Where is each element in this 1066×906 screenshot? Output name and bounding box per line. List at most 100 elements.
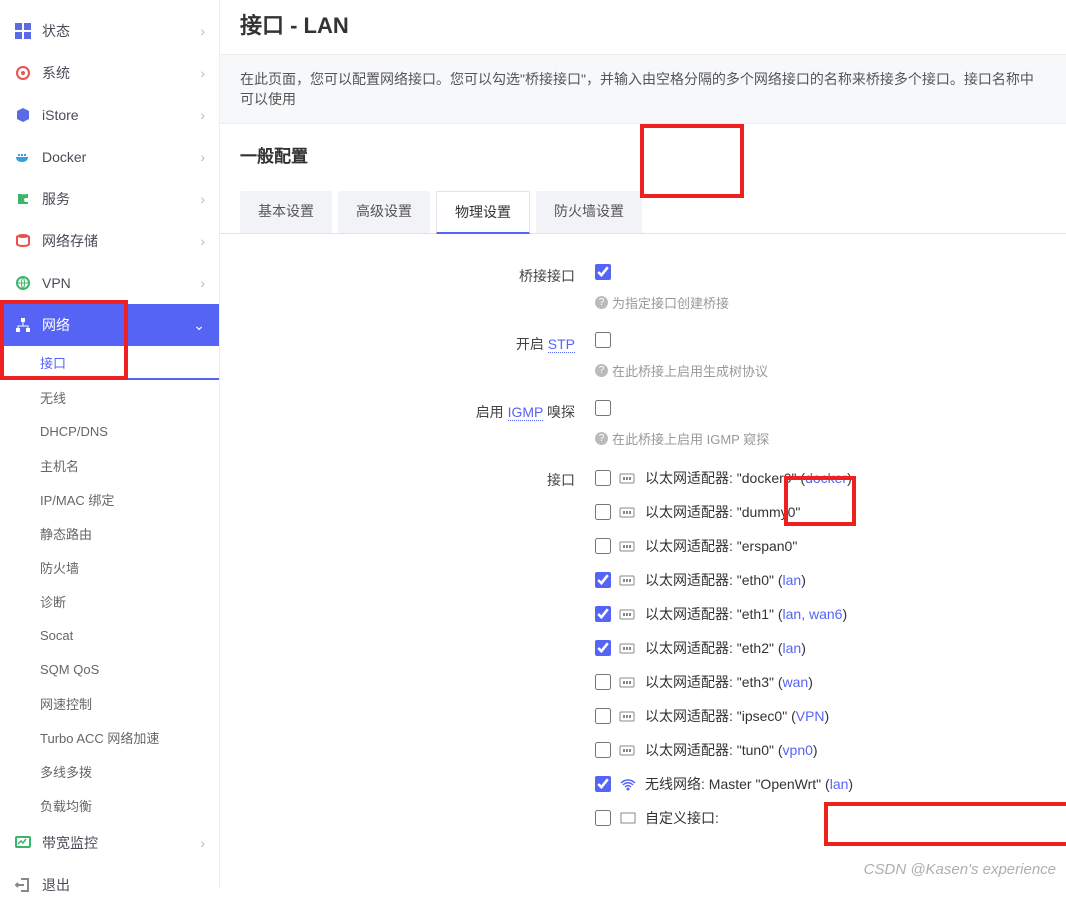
nav-service[interactable]: 服务 › <box>0 178 219 220</box>
docker-icon <box>14 148 32 166</box>
sub-dhcp[interactable]: DHCP/DNS <box>0 414 219 448</box>
igmp-checkbox[interactable] <box>595 400 611 416</box>
chevron-right-icon: › <box>200 107 205 123</box>
interface-label: 以太网适配器: "tun0" (vpn0) <box>645 740 818 760</box>
sub-loadbalance[interactable]: 负载均衡 <box>0 788 219 822</box>
sub-speedlimit[interactable]: 网速控制 <box>0 686 219 720</box>
custom-icon <box>619 811 637 825</box>
interface-row: 以太网适配器: "eth3" (wan) <box>595 672 1046 692</box>
nav-label: 系统 <box>42 63 70 83</box>
sub-diag[interactable]: 诊断 <box>0 584 219 618</box>
ethernet-icon <box>619 539 637 553</box>
nav-bandwidth[interactable]: 带宽监控 › <box>0 822 219 864</box>
nav-docker[interactable]: Docker › <box>0 136 219 178</box>
interface-checkbox[interactable] <box>595 674 611 690</box>
interface-checkbox[interactable] <box>595 606 611 622</box>
nav-status[interactable]: 状态 › <box>0 10 219 52</box>
interface-link[interactable]: VPN <box>796 708 825 724</box>
help-icon: ? <box>595 364 608 377</box>
interface-link[interactable]: docker <box>805 470 847 486</box>
page-description: 在此页面，您可以配置网络接口。您可以勾选"桥接接口"，并输入由空格分隔的多个网络… <box>220 54 1066 124</box>
interface-link[interactable]: vpn0 <box>783 742 813 758</box>
interface-checkbox[interactable] <box>595 742 611 758</box>
sub-firewall[interactable]: 防火墙 <box>0 550 219 584</box>
interface-checkbox[interactable] <box>595 776 611 792</box>
tab-basic[interactable]: 基本设置 <box>240 191 332 233</box>
interface-checkbox[interactable] <box>595 708 611 724</box>
nav-label: Docker <box>42 149 86 165</box>
nav-label: 带宽监控 <box>42 833 98 853</box>
chevron-right-icon: › <box>200 275 205 291</box>
nav-network[interactable]: 网络 ⌄ <box>0 304 219 346</box>
interface-label: 以太网适配器: "eth2" (lan) <box>645 638 806 658</box>
interface-link[interactable]: lan <box>783 640 802 656</box>
interface-row: 以太网适配器: "eth1" (lan, wan6) <box>595 604 1046 624</box>
interface-list: 以太网适配器: "docker0" (docker) 以太网适配器: "dummy… <box>595 468 1046 828</box>
ethernet-icon <box>619 505 637 519</box>
interface-link[interactable]: wan <box>783 674 809 690</box>
nav-label: 服务 <box>42 189 70 209</box>
iface-label: 接口 <box>240 468 595 492</box>
nav-label: 网络存储 <box>42 231 98 251</box>
sub-ipmac[interactable]: IP/MAC 绑定 <box>0 482 219 516</box>
interface-label: 以太网适配器: "dummy0" <box>645 502 800 522</box>
interface-checkbox[interactable] <box>595 810 611 826</box>
nav-istore[interactable]: iStore › <box>0 94 219 136</box>
chevron-right-icon: › <box>200 191 205 207</box>
interface-link[interactable]: lan <box>783 572 802 588</box>
interface-row: 以太网适配器: "ipsec0" (VPN) <box>595 706 1046 726</box>
sidebar: 状态 › 系统 › iStore › Docker › 服务 › 网络存储 › <box>0 0 220 888</box>
tab-firewall[interactable]: 防火墙设置 <box>536 191 642 233</box>
monitor-icon <box>14 834 32 852</box>
sub-interface[interactable]: 接口 <box>0 346 219 380</box>
nav-logout[interactable]: 退出 <box>0 864 219 906</box>
database-icon <box>14 232 32 250</box>
interface-checkbox[interactable] <box>595 504 611 520</box>
interface-label: 无线网络: Master "OpenWrt" (lan) <box>645 774 853 794</box>
chevron-down-icon: ⌄ <box>193 317 205 334</box>
sub-turbo[interactable]: Turbo ACC 网络加速 <box>0 720 219 754</box>
sub-hostname[interactable]: 主机名 <box>0 448 219 482</box>
tab-physical[interactable]: 物理设置 <box>436 191 530 234</box>
interface-label: 以太网适配器: "erspan0" <box>645 536 797 556</box>
chevron-right-icon: › <box>200 149 205 165</box>
sub-sqm[interactable]: SQM QoS <box>0 652 219 686</box>
logout-icon <box>14 876 32 894</box>
stp-checkbox[interactable] <box>595 332 611 348</box>
nav-label: 状态 <box>42 21 70 41</box>
interface-row: 以太网适配器: "docker0" (docker) <box>595 468 1046 488</box>
interface-checkbox[interactable] <box>595 470 611 486</box>
nav-system[interactable]: 系统 › <box>0 52 219 94</box>
interface-label: 自定义接口: <box>645 808 719 828</box>
interface-checkbox[interactable] <box>595 640 611 656</box>
wifi-icon <box>619 777 637 791</box>
tab-advanced[interactable]: 高级设置 <box>338 191 430 233</box>
sub-mwan[interactable]: 多线多拨 <box>0 754 219 788</box>
interface-label: 以太网适配器: "eth0" (lan) <box>645 570 806 590</box>
interface-link[interactable]: lan <box>830 776 849 792</box>
bridge-checkbox[interactable] <box>595 264 611 280</box>
nav-label: VPN <box>42 275 71 291</box>
sub-wireless[interactable]: 无线 <box>0 380 219 414</box>
sub-staticroute[interactable]: 静态路由 <box>0 516 219 550</box>
interface-link[interactable]: lan, wan6 <box>783 606 843 622</box>
interface-checkbox[interactable] <box>595 572 611 588</box>
interface-checkbox[interactable] <box>595 538 611 554</box>
chevron-right-icon: › <box>200 233 205 249</box>
ethernet-icon <box>619 675 637 689</box>
help-icon: ? <box>595 432 608 445</box>
interface-row: 以太网适配器: "dummy0" <box>595 502 1046 522</box>
gear-icon <box>14 64 32 82</box>
interface-label: 以太网适配器: "eth1" (lan, wan6) <box>645 604 847 624</box>
igmp-link[interactable]: IGMP <box>508 404 544 421</box>
dashboard-icon <box>14 22 32 40</box>
nav-nas[interactable]: 网络存储 › <box>0 220 219 262</box>
physical-form: 桥接接口 ?为指定接口创建桥接 开启 STP ?在此桥接上启用生成树协议 启用 … <box>220 234 1066 858</box>
interface-label: 以太网适配器: "eth3" (wan) <box>645 672 813 692</box>
igmp-help: ?在此桥接上启用 IGMP 窥探 <box>595 429 1046 448</box>
network-icon <box>14 316 32 334</box>
stp-link[interactable]: STP <box>548 336 575 353</box>
nav-vpn[interactable]: VPN › <box>0 262 219 304</box>
sub-socat[interactable]: Socat <box>0 618 219 652</box>
help-icon: ? <box>595 296 608 309</box>
